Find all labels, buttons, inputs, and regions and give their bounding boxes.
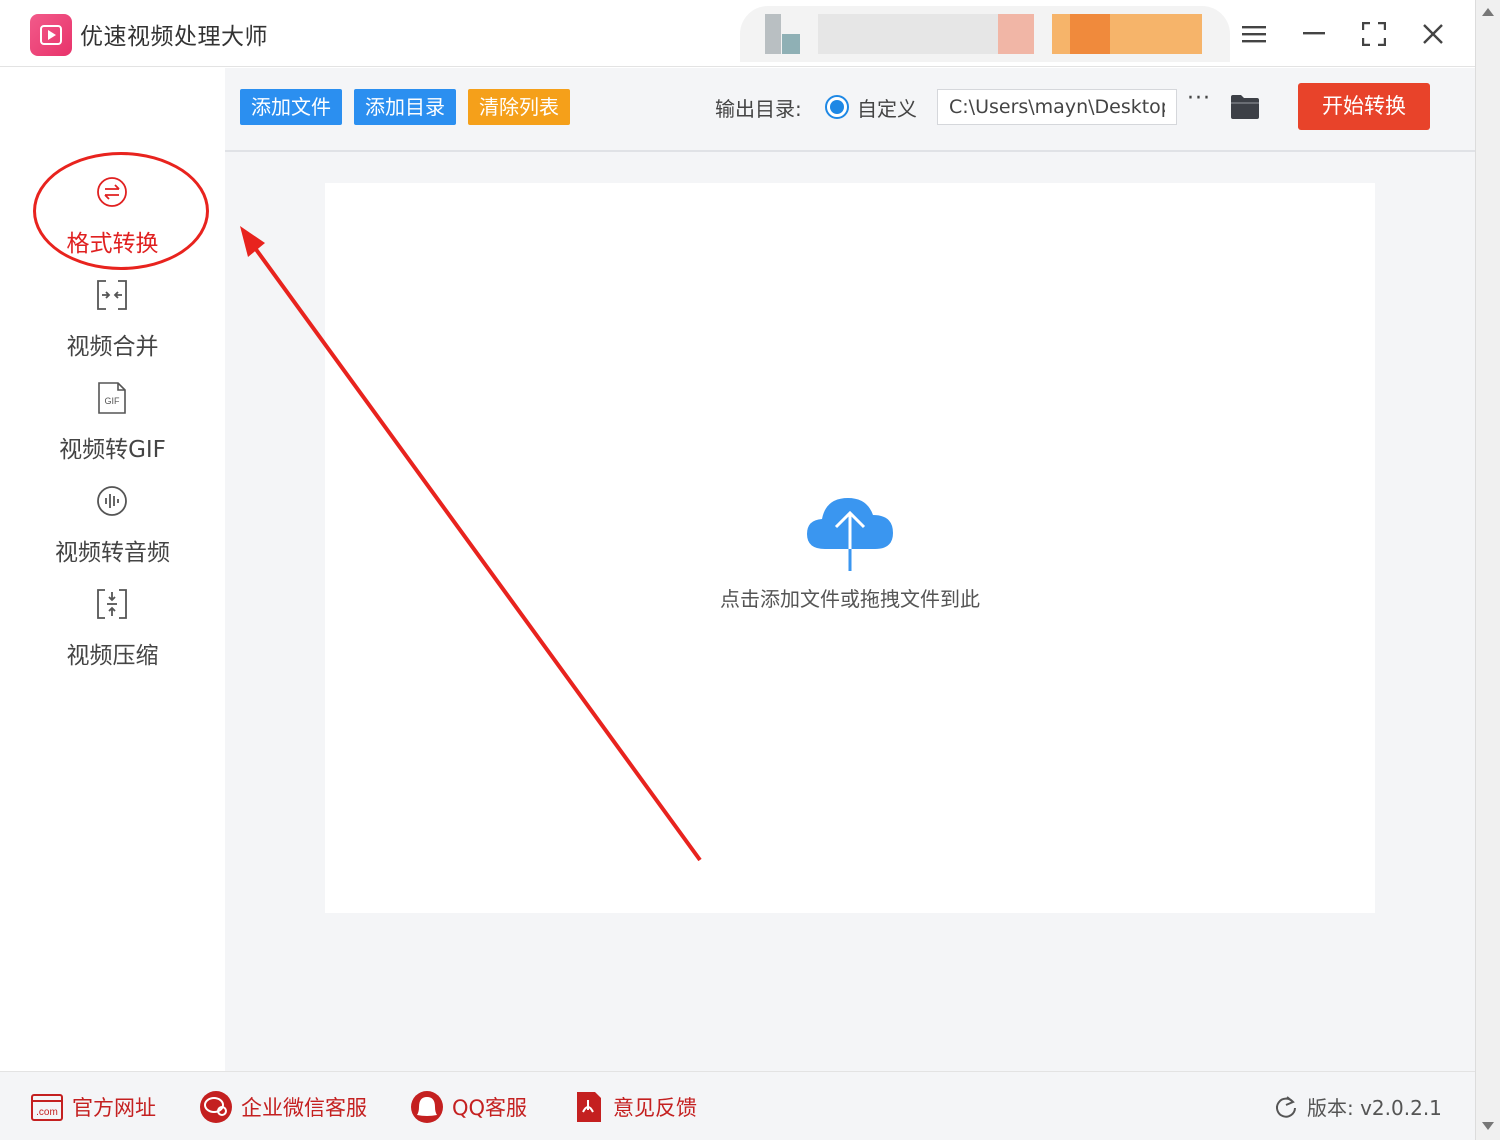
clear-list-button[interactable]: 清除列表	[468, 89, 570, 125]
footer-bar: .com 官方网址 企业微信客服 QQ客服 意见反馈 版本: v2.0.2.1	[0, 1071, 1475, 1140]
scroll-down-arrow-icon[interactable]	[1482, 1122, 1494, 1130]
compress-icon	[96, 588, 128, 620]
add-directory-button[interactable]: 添加目录	[354, 89, 456, 125]
sidebar-item-label: 视频压缩	[66, 643, 159, 669]
svg-text:.com: .com	[36, 1107, 58, 1118]
hamburger-menu-icon[interactable]	[1234, 14, 1274, 54]
official-website-link[interactable]: .com 官方网址	[30, 1090, 156, 1124]
feedback-label: 意见反馈	[613, 1096, 697, 1120]
sidebar-item-video-merge[interactable]: 视频合并	[0, 279, 225, 369]
app-title: 优速视频处理大师	[80, 24, 268, 50]
svg-text:GIF: GIF	[105, 396, 121, 406]
gif-icon: GIF	[96, 382, 128, 414]
wechat-service-link[interactable]: 企业微信客服	[199, 1090, 367, 1124]
minimize-icon[interactable]	[1294, 14, 1334, 54]
main-panel: 添加文件 添加目录 清除列表 输出目录: 自定义 ··· 开始转换 点击添加文件…	[225, 68, 1475, 1071]
sidebar-item-label: 视频转GIF	[59, 437, 166, 463]
blurred-account-area	[740, 6, 1230, 62]
window-scrollbar[interactable]	[1475, 0, 1500, 1140]
maximize-icon[interactable]	[1354, 14, 1394, 54]
toolbar: 添加文件 添加目录 清除列表 输出目录: 自定义 ··· 开始转换	[225, 68, 1475, 152]
close-icon[interactable]	[1413, 14, 1453, 54]
red-circle-annotation	[33, 152, 209, 270]
custom-radio-label[interactable]: 自定义	[857, 93, 917, 122]
feedback-link[interactable]: 意见反馈	[571, 1090, 697, 1124]
app-logo	[30, 14, 72, 56]
qq-service-label: QQ客服	[452, 1096, 528, 1120]
sidebar-item-video-to-audio[interactable]: 视频转音频	[0, 485, 225, 575]
official-website-label: 官方网址	[72, 1096, 156, 1120]
wechat-service-label: 企业微信客服	[241, 1096, 367, 1120]
output-dir-label: 输出目录:	[715, 97, 802, 121]
title-bar: 优速视频处理大师	[0, 0, 1475, 67]
output-path-input[interactable]	[937, 89, 1177, 125]
sidebar-item-label: 视频转音频	[55, 540, 170, 566]
folder-icon[interactable]	[1230, 94, 1260, 120]
feedback-icon	[571, 1090, 605, 1124]
qq-service-link[interactable]: QQ客服	[410, 1090, 527, 1124]
start-convert-button[interactable]: 开始转换	[1298, 83, 1430, 130]
audio-icon	[96, 485, 128, 517]
more-options-button[interactable]: ···	[1187, 86, 1211, 111]
sidebar-item-label: 视频合并	[66, 334, 159, 360]
refresh-icon[interactable]	[1273, 1094, 1299, 1120]
sidebar-item-video-compress[interactable]: 视频压缩	[0, 588, 225, 678]
scroll-up-arrow-icon[interactable]	[1482, 8, 1494, 16]
merge-icon	[96, 279, 128, 311]
qq-icon	[410, 1090, 444, 1124]
website-icon: .com	[30, 1090, 64, 1124]
version-info: 版本: v2.0.2.1	[1273, 1092, 1442, 1121]
wechat-icon	[199, 1090, 233, 1124]
file-drop-zone[interactable]: 点击添加文件或拖拽文件到此	[325, 183, 1375, 913]
sidebar-item-video-to-gif[interactable]: GIF 视频转GIF	[0, 382, 225, 472]
version-text: 版本: v2.0.2.1	[1307, 1096, 1442, 1120]
custom-radio[interactable]	[825, 95, 849, 119]
drop-hint-text: 点击添加文件或拖拽文件到此	[720, 587, 980, 611]
cloud-upload-icon	[805, 493, 895, 573]
add-file-button[interactable]: 添加文件	[240, 89, 342, 125]
